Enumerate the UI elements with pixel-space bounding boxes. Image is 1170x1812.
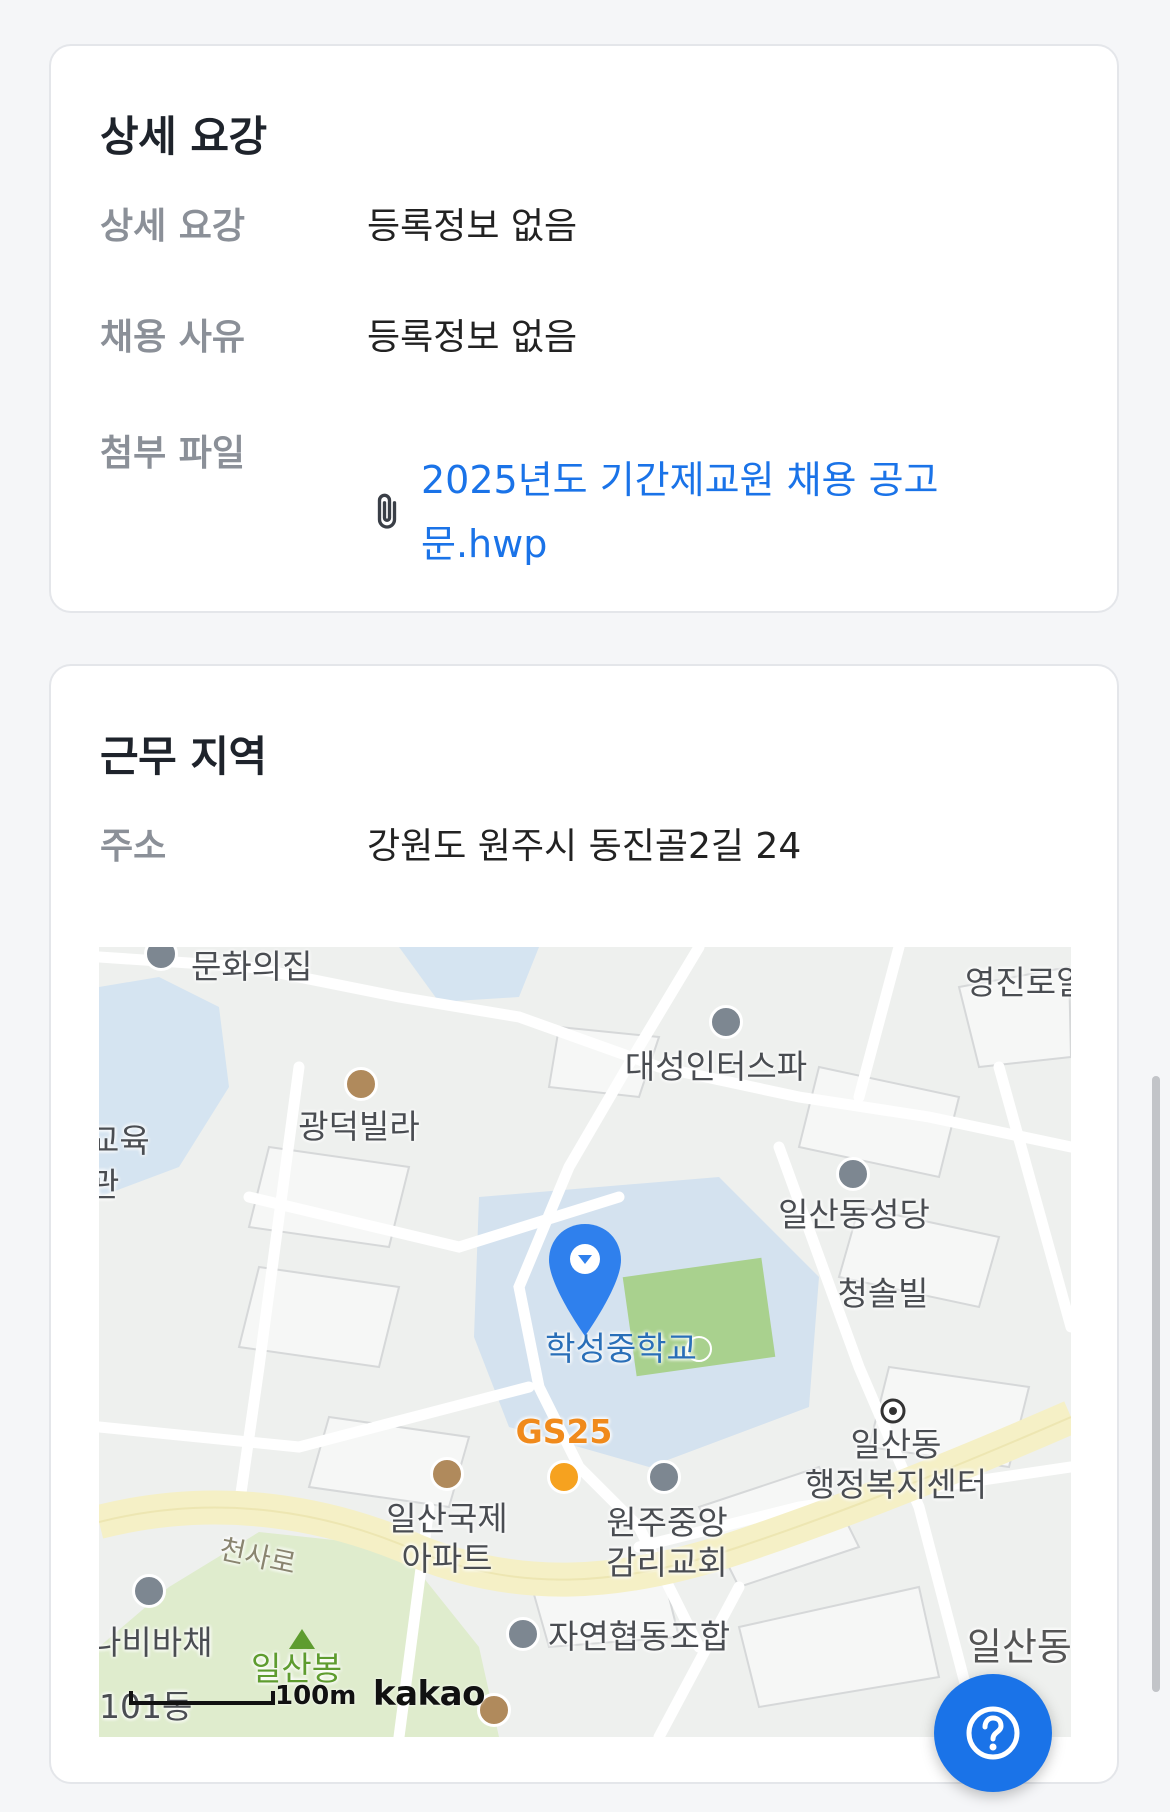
detail-title: 상세 요강 [100, 112, 267, 161]
location-title: 근무 지역 [100, 732, 267, 781]
paperclip-icon [377, 493, 397, 529]
map-label: 영진로얄 [965, 963, 1071, 1002]
reason-value: 등록정보 없음 [367, 317, 578, 358]
church-icon [836, 1157, 870, 1191]
map-label: 일산동 [967, 1625, 1071, 1669]
apartment-icon [430, 1457, 464, 1491]
map-provider-logo: kakao [373, 1674, 485, 1714]
map-label: 자연협동조합 [548, 1617, 731, 1656]
map-label: 교육 관 [99, 1121, 150, 1204]
location-card: 근무 지역 주소 강원도 원주시 동진골2길 24 문화의집 대성인터스파 영진… [49, 664, 1119, 1784]
map-label: 일산동성당 [778, 1195, 930, 1234]
apartment-icon [344, 1067, 378, 1101]
address-value: 강원도 원주시 동진골2길 24 [367, 826, 802, 867]
convenience-store-icon [547, 1460, 581, 1494]
detail-label: 상세 요강 [100, 206, 246, 247]
attachment-link[interactable]: 2025년도 기간제교원 채용 공고문.hwp [421, 448, 981, 576]
attachment-label: 첨부 파일 [100, 433, 246, 474]
map-label: 나비바채 [99, 1623, 213, 1662]
map-label: 대성인터스파 [624, 1047, 808, 1086]
mountain-icon [289, 1629, 315, 1649]
help-button[interactable] [934, 1674, 1052, 1792]
detail-value: 등록정보 없음 [367, 206, 578, 247]
government-office-icon [880, 1398, 906, 1424]
map-label: 일산국제 아파트 [386, 1499, 508, 1578]
map-label: GS25 [515, 1412, 613, 1451]
map-label: 문화의집 [191, 947, 313, 986]
question-icon [966, 1706, 1020, 1760]
address-label: 주소 [100, 826, 167, 867]
building-icon [506, 1617, 540, 1651]
map-label: 청솔빌 [837, 1274, 929, 1313]
map-label: 일산동 행정복지센터 [804, 1425, 988, 1504]
map-label: 원주중앙 감리교회 [606, 1503, 728, 1582]
detail-card: 상세 요강 상세 요강 등록정보 없음 채용 사유 등록정보 없음 첨부 파일 … [49, 44, 1119, 613]
map-label: 광덕빌라 [298, 1107, 420, 1146]
map-scale-bar [129, 1691, 275, 1705]
church-icon [647, 1460, 681, 1494]
map-scale-label: 100m [275, 1681, 357, 1711]
spa-icon [709, 1005, 743, 1039]
map-view[interactable]: 문화의집 대성인터스파 영진로얄 광덕빌라 교육 관 일산동성당 학성중학교 청… [99, 947, 1071, 1737]
attachment-row[interactable]: 2025년도 기간제교원 채용 공고문.hwp [367, 448, 981, 576]
building-icon [132, 1574, 166, 1608]
reason-label: 채용 사유 [100, 317, 246, 358]
location-marker-icon [549, 1224, 621, 1336]
scrollbar[interactable] [1152, 1076, 1160, 1692]
